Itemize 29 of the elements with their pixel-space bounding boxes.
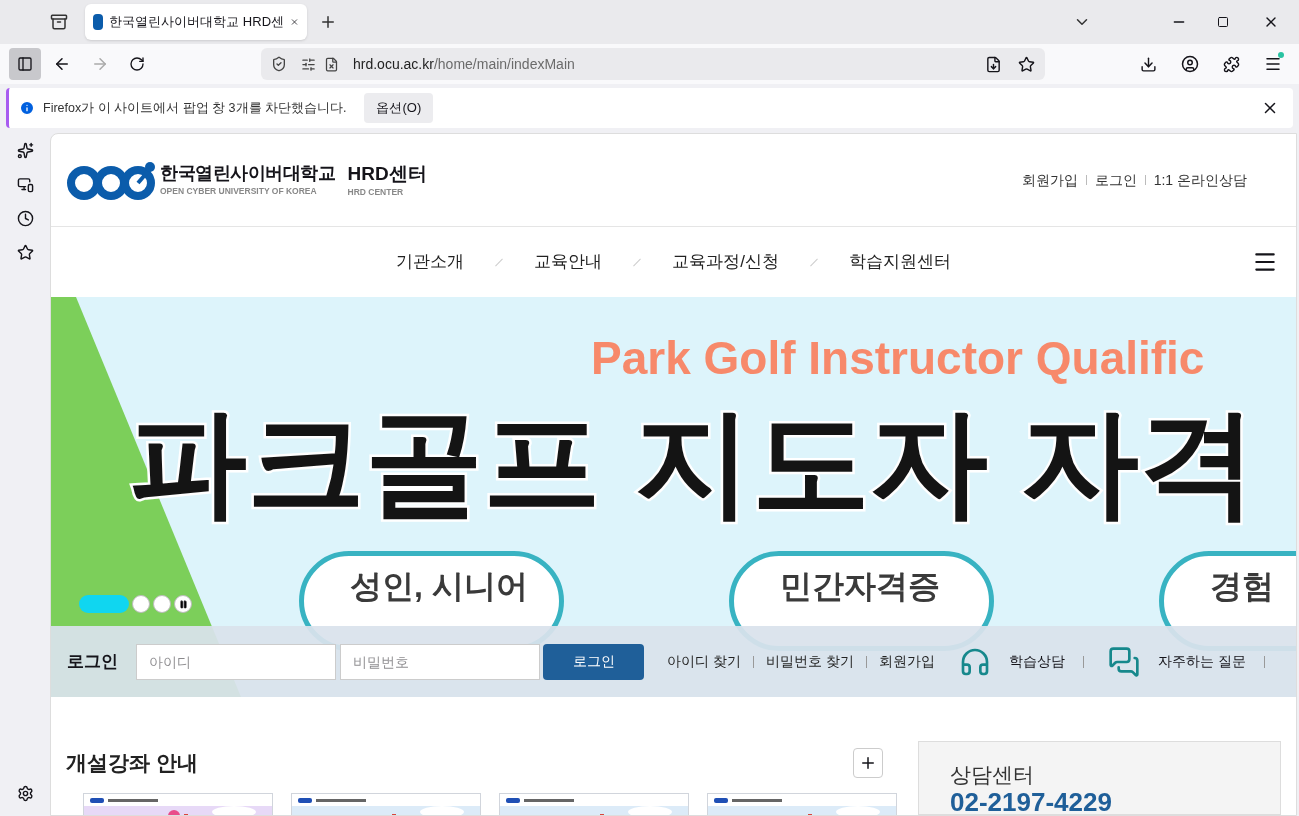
password-field[interactable]: 비밀번호 bbox=[340, 643, 540, 680]
nav-link[interactable]: 기관소개 bbox=[396, 249, 465, 275]
quick-link[interactable]: 학습상담 bbox=[1008, 651, 1065, 672]
login-link[interactable]: 비밀번호 찾기 bbox=[765, 651, 854, 672]
logo-title: 한국열린사이버대학교 bbox=[160, 162, 336, 185]
login-button[interactable]: 로그인 bbox=[543, 643, 644, 680]
notification-message: Firefox가 이 사이트에서 팝업 창 3개를 차단했습니다. bbox=[43, 99, 347, 117]
top-link[interactable]: 로그인 bbox=[1094, 169, 1137, 191]
section-title: 개설강좌 안내 bbox=[66, 750, 198, 776]
address-bar[interactable]: hrd.ocu.ac.kr/home/main/indexMain bbox=[261, 48, 1045, 80]
url-text: hrd.ocu.ac.kr/home/main/indexMain bbox=[353, 54, 576, 74]
phone-number: 02-2197-4229 bbox=[950, 789, 1113, 815]
logo-center-title: HRD센터 bbox=[347, 161, 427, 186]
id-field[interactable]: 아이디 bbox=[136, 643, 336, 680]
tab-title: 한국열린사이버대학교 HRD센 bbox=[109, 13, 285, 32]
login-link[interactable]: 아이디 찾기 bbox=[667, 651, 741, 672]
logo-center-subtitle: HRD CENTER bbox=[347, 185, 405, 199]
consult-title: 상담센터 bbox=[950, 764, 1035, 785]
quick-link[interactable]: 자주하는 질문 bbox=[1157, 651, 1246, 672]
top-link[interactable]: 1:1 온라인상담 bbox=[1153, 169, 1247, 191]
nav-link[interactable]: 교육과정/신청 bbox=[672, 249, 779, 275]
options-button[interactable]: 옵션(O) bbox=[364, 93, 434, 123]
top-link[interactable]: 회원가입 bbox=[1021, 169, 1078, 191]
login-link[interactable]: 회원가입 bbox=[878, 651, 935, 672]
nav-link[interactable]: 학습지원센터 bbox=[848, 249, 951, 275]
login-label: 로그인 bbox=[67, 650, 118, 673]
nav-link[interactable]: 교육안내 bbox=[534, 249, 603, 275]
browser-tab[interactable]: 한국열린사이버대학교 HRD센 bbox=[85, 4, 307, 40]
logo-subtitle: OPEN CYBER UNIVERSITY OF KOREA bbox=[160, 184, 318, 198]
